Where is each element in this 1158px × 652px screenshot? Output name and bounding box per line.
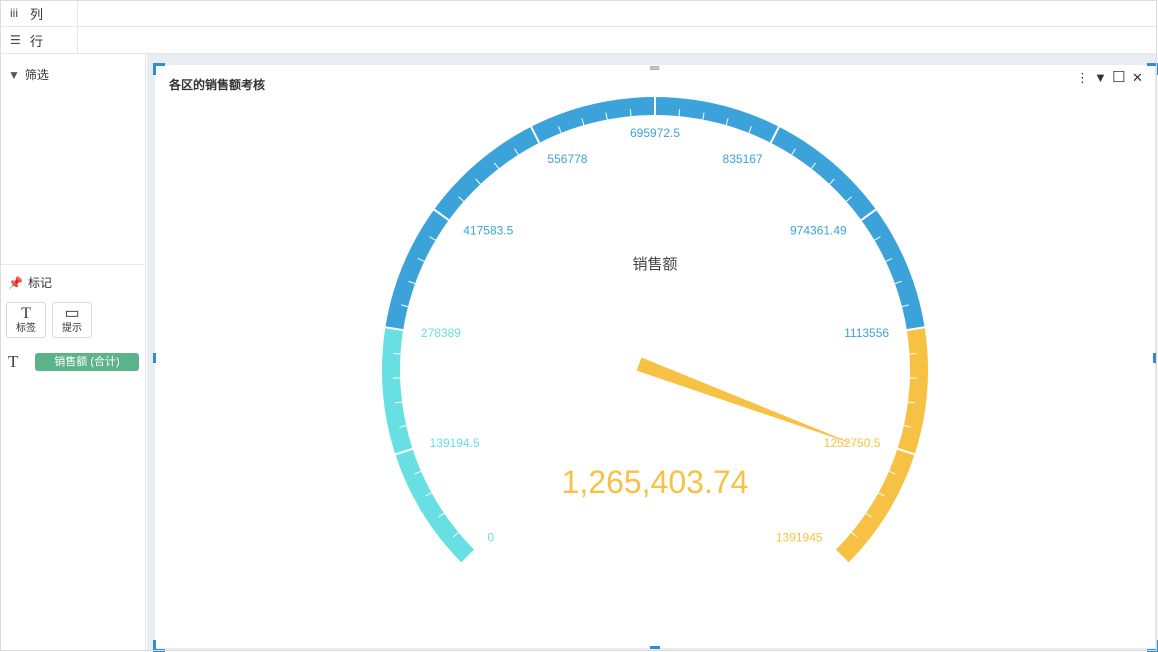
section-divider xyxy=(0,264,146,265)
tooltip-mark-button[interactable]: ▭ 提示 xyxy=(52,302,92,338)
gauge-tick-label: 1391945 xyxy=(776,531,823,545)
label-mark-text: 标签 xyxy=(16,323,36,334)
pin-icon: 📌 xyxy=(8,275,23,290)
sidebar: ▼ 筛选 📌 标记 T 标签 ▭ 提示 T 销售额 (合计) xyxy=(0,54,146,651)
filter-section-header[interactable]: ▼ 筛选 xyxy=(8,66,49,83)
gauge-tick-label: 556778 xyxy=(547,152,587,166)
resize-handle-right[interactable] xyxy=(1153,353,1156,363)
rows-shelf-label: ☰ 行 xyxy=(0,27,78,53)
gauge-minor-tick xyxy=(678,109,681,117)
filter-label: 筛选 xyxy=(24,68,49,82)
gauge-series-name: 销售额 xyxy=(632,256,677,273)
tooltip-icon: ▭ xyxy=(64,305,80,322)
gauge-tick-label: 1113556 xyxy=(844,326,889,340)
resize-corner-bottom-left[interactable] xyxy=(153,640,165,652)
gauge-pointer xyxy=(636,357,860,447)
resize-corner-top-left[interactable] xyxy=(153,63,165,75)
rows-label: 行 xyxy=(30,33,44,49)
gauge-tick-label: 139194.5 xyxy=(430,436,480,450)
resize-handle-bottom[interactable] xyxy=(650,646,660,649)
resize-corner-top-right[interactable] xyxy=(1147,63,1158,75)
chart-card[interactable]: 各区的销售额考核 ⋮ ▼ ☐ ✕ ═ 0 139194.5 278389 417583… xyxy=(155,60,1155,648)
columns-label: 列 xyxy=(30,6,44,22)
gauge-tick-label: 1252750.5 xyxy=(824,436,881,450)
mark-field-row: T 销售额 (合计) xyxy=(8,352,139,372)
rows-icon: ☰ xyxy=(10,33,21,47)
columns-shelf[interactable]: iii 列 xyxy=(0,0,1157,27)
gauge-tick-label: 278389 xyxy=(421,326,461,340)
gauge-minor-tick xyxy=(629,109,632,117)
resize-corner-bottom-right[interactable] xyxy=(1147,640,1158,652)
gauge-tick-label: 695972.5 xyxy=(630,126,680,140)
text-mark-icon: T xyxy=(8,352,19,371)
gauge-tick-label: 417583.5 xyxy=(463,224,513,238)
gauge-tick-label: 0 xyxy=(487,531,494,545)
mark-field-pill[interactable]: 销售额 (合计) xyxy=(35,353,139,371)
gauge-value-label: 1,265,403.74 xyxy=(562,464,749,500)
columns-shelf-label: iii 列 xyxy=(0,0,78,26)
gauge-tick-label: 974361.49 xyxy=(790,224,847,238)
gauge-tick-label: 835167 xyxy=(723,152,763,166)
label-mark-button[interactable]: T 标签 xyxy=(6,302,46,338)
columns-icon: iii xyxy=(10,6,18,20)
filter-icon: ▼ xyxy=(8,67,20,82)
text-icon: T xyxy=(21,305,31,322)
rows-shelf[interactable]: ☰ 行 xyxy=(0,27,1157,54)
tooltip-mark-text: 提示 xyxy=(62,323,82,334)
gauge-chart: 0 139194.5 278389 417583.5 556778 695972.5 835… xyxy=(382,96,928,564)
resize-handle-left[interactable] xyxy=(153,353,156,363)
marks-label: 标记 xyxy=(27,276,52,290)
marks-section-header: 📌 标记 xyxy=(8,274,52,291)
